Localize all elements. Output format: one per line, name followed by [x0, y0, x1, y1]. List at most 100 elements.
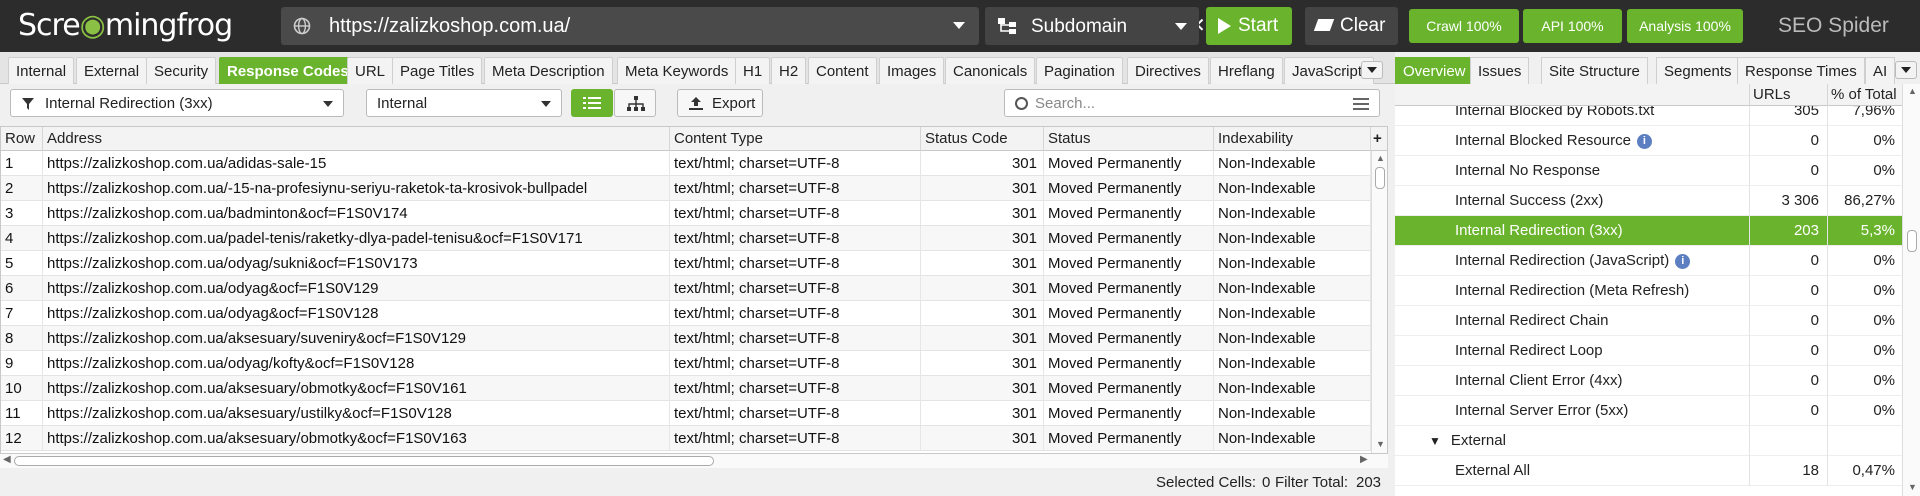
status-code-cell[interactable]: 301: [921, 301, 1044, 326]
content-type-cell[interactable]: text/html; charset=UTF-8: [670, 401, 921, 426]
status-cell[interactable]: Moved Permanently: [1044, 401, 1214, 426]
scrollbar-thumb[interactable]: [1375, 167, 1385, 189]
table-row[interactable]: 6 https://zalizkoshop.com.ua/odyag&ocf=F1…: [1, 276, 1371, 301]
content-type-cell[interactable]: text/html; charset=UTF-8: [670, 201, 921, 226]
scroll-down-icon[interactable]: ▼: [1376, 439, 1385, 449]
address-cell[interactable]: https://zalizkoshop.com.ua/aksesuary/ust…: [43, 401, 670, 426]
tab-url[interactable]: URL: [347, 57, 394, 84]
overview-row[interactable]: Internal Blocked by Robots.txt 305 7,96%: [1395, 106, 1902, 126]
expand-toggle-icon[interactable]: ▼: [1429, 434, 1441, 448]
url-history-dropdown-icon[interactable]: [953, 22, 965, 29]
tab-pagination[interactable]: Pagination: [1036, 57, 1123, 84]
address-cell[interactable]: https://zalizkoshop.com.ua/odyag/kofty&o…: [43, 351, 670, 376]
row-number-cell[interactable]: 8: [1, 326, 43, 351]
status-cell[interactable]: Moved Permanently: [1044, 301, 1214, 326]
tab-response-times[interactable]: Response Times: [1737, 57, 1865, 84]
tab-security[interactable]: Security: [146, 57, 217, 84]
content-type-cell[interactable]: text/html; charset=UTF-8: [670, 251, 921, 276]
indexability-cell[interactable]: Non-Indexable: [1214, 326, 1371, 351]
scroll-up-icon[interactable]: ▲: [1376, 153, 1385, 163]
address-cell[interactable]: https://zalizkoshop.com.ua/aksesuary/obm…: [43, 376, 670, 401]
column-header-indexability[interactable]: Indexability: [1214, 127, 1371, 151]
scroll-left-icon[interactable]: ◀: [3, 454, 11, 465]
status-cell[interactable]: Moved Permanently: [1044, 251, 1214, 276]
address-cell[interactable]: https://zalizkoshop.com.ua/adidas-sale-1…: [43, 151, 670, 176]
tab-content[interactable]: Content: [808, 57, 877, 84]
row-number-cell[interactable]: 9: [1, 351, 43, 376]
indexability-cell[interactable]: Non-Indexable: [1214, 276, 1371, 301]
search-options-icon[interactable]: [1353, 98, 1369, 110]
status-code-cell[interactable]: 301: [921, 376, 1044, 401]
indexability-cell[interactable]: Non-Indexable: [1214, 301, 1371, 326]
overview-row[interactable]: Internal Success (2xx) 3 306 86,27%: [1395, 186, 1902, 216]
table-row[interactable]: 4 https://zalizkoshop.com.ua/padel-tenis/…: [1, 226, 1371, 251]
tab-response-codes[interactable]: Response Codes: [219, 57, 357, 84]
overview-row[interactable]: Internal Redirection (3xx) 203 5,3%: [1395, 216, 1902, 246]
overview-row[interactable]: Internal Redirect Loop 0 0%: [1395, 336, 1902, 366]
table-row[interactable]: 10 https://zalizkoshop.com.ua/aksesuary/o…: [1, 376, 1371, 401]
address-cell[interactable]: https://zalizkoshop.com.ua/aksesuary/obm…: [43, 426, 670, 451]
status-cell[interactable]: Moved Permanently: [1044, 426, 1214, 451]
column-header-content-type[interactable]: Content Type: [670, 127, 921, 151]
tab-meta-description[interactable]: Meta Description: [484, 57, 613, 84]
status-cell[interactable]: Moved Permanently: [1044, 326, 1214, 351]
filter-select[interactable]: Internal Redirection (3xx): [10, 89, 344, 117]
row-number-cell[interactable]: 10: [1, 376, 43, 401]
tab-issues[interactable]: Issues: [1470, 57, 1530, 84]
tab-overview[interactable]: Overview: [1395, 57, 1474, 84]
status-code-cell[interactable]: 301: [921, 351, 1044, 376]
status-cell[interactable]: Moved Permanently: [1044, 201, 1214, 226]
address-cell[interactable]: https://zalizkoshop.com.ua/padel-tenis/r…: [43, 226, 670, 251]
row-number-cell[interactable]: 11: [1, 401, 43, 426]
content-type-cell[interactable]: text/html; charset=UTF-8: [670, 326, 921, 351]
table-row[interactable]: 5 https://zalizkoshop.com.ua/odyag/sukni&…: [1, 251, 1371, 276]
status-code-cell[interactable]: 301: [921, 401, 1044, 426]
content-type-cell[interactable]: text/html; charset=UTF-8: [670, 351, 921, 376]
column-header-urls[interactable]: URLs: [1753, 86, 1791, 103]
indexability-cell[interactable]: Non-Indexable: [1214, 176, 1371, 201]
crawl-mode-select[interactable]: Subdomain: [985, 7, 1199, 45]
row-number-cell[interactable]: 1: [1, 151, 43, 176]
horizontal-scrollbar[interactable]: ◀ ▶: [0, 454, 1388, 468]
clear-button[interactable]: Clear: [1305, 7, 1398, 45]
address-cell[interactable]: https://zalizkoshop.com.ua/odyag/sukni&o…: [43, 251, 670, 276]
indexability-cell[interactable]: Non-Indexable: [1214, 151, 1371, 176]
address-cell[interactable]: https://zalizkoshop.com.ua/aksesuary/suv…: [43, 326, 670, 351]
scroll-up-icon[interactable]: ▲: [1908, 86, 1917, 96]
row-number-cell[interactable]: 6: [1, 276, 43, 301]
info-icon[interactable]: i: [1636, 134, 1652, 149]
overview-row[interactable]: Internal Client Error (4xx) 0 0%: [1395, 366, 1902, 396]
status-cell[interactable]: Moved Permanently: [1044, 351, 1214, 376]
overview-row[interactable]: Internal Server Error (5xx) 0 0%: [1395, 396, 1902, 426]
tab-ai[interactable]: AI: [1865, 57, 1895, 84]
overview-row[interactable]: Internal Blocked Resource i 0 0%: [1395, 126, 1902, 156]
overview-scrollbar[interactable]: ▲ ▼: [1902, 84, 1920, 496]
status-cell[interactable]: Moved Permanently: [1044, 176, 1214, 201]
tree-view-button[interactable]: [614, 89, 656, 117]
tab-hreflang[interactable]: Hreflang: [1210, 57, 1283, 84]
table-row[interactable]: 12 https://zalizkoshop.com.ua/aksesuary/o…: [1, 426, 1371, 451]
column-header-status[interactable]: Status: [1044, 127, 1214, 151]
table-row[interactable]: 8 https://zalizkoshop.com.ua/aksesuary/su…: [1, 326, 1371, 351]
tab-segments[interactable]: Segments: [1656, 57, 1740, 84]
url-value[interactable]: https://zalizkoshop.com.ua/: [329, 15, 570, 38]
table-row[interactable]: 3 https://zalizkoshop.com.ua/badminton&oc…: [1, 201, 1371, 226]
scroll-down-icon[interactable]: ▼: [1908, 482, 1917, 492]
tab-meta-keywords[interactable]: Meta Keywords: [617, 57, 737, 84]
scroll-right-icon[interactable]: ▶: [1360, 454, 1368, 465]
status-cell[interactable]: Moved Permanently: [1044, 276, 1214, 301]
column-header-address[interactable]: Address: [43, 127, 670, 151]
tab-internal[interactable]: Internal: [8, 57, 75, 84]
row-number-cell[interactable]: 7: [1, 301, 43, 326]
indexability-cell[interactable]: Non-Indexable: [1214, 401, 1371, 426]
status-code-cell[interactable]: 301: [921, 201, 1044, 226]
indexability-cell[interactable]: Non-Indexable: [1214, 351, 1371, 376]
row-number-cell[interactable]: 4: [1, 226, 43, 251]
column-header-percent[interactable]: % of Total: [1831, 86, 1897, 103]
tab-images[interactable]: Images: [879, 57, 945, 84]
more-right-tabs-dropdown[interactable]: [1895, 61, 1917, 79]
vertical-scrollbar[interactable]: ▲ ▼: [1371, 151, 1387, 453]
scope-select[interactable]: Internal: [366, 89, 562, 117]
status-code-cell[interactable]: 301: [921, 176, 1044, 201]
status-code-cell[interactable]: 301: [921, 251, 1044, 276]
